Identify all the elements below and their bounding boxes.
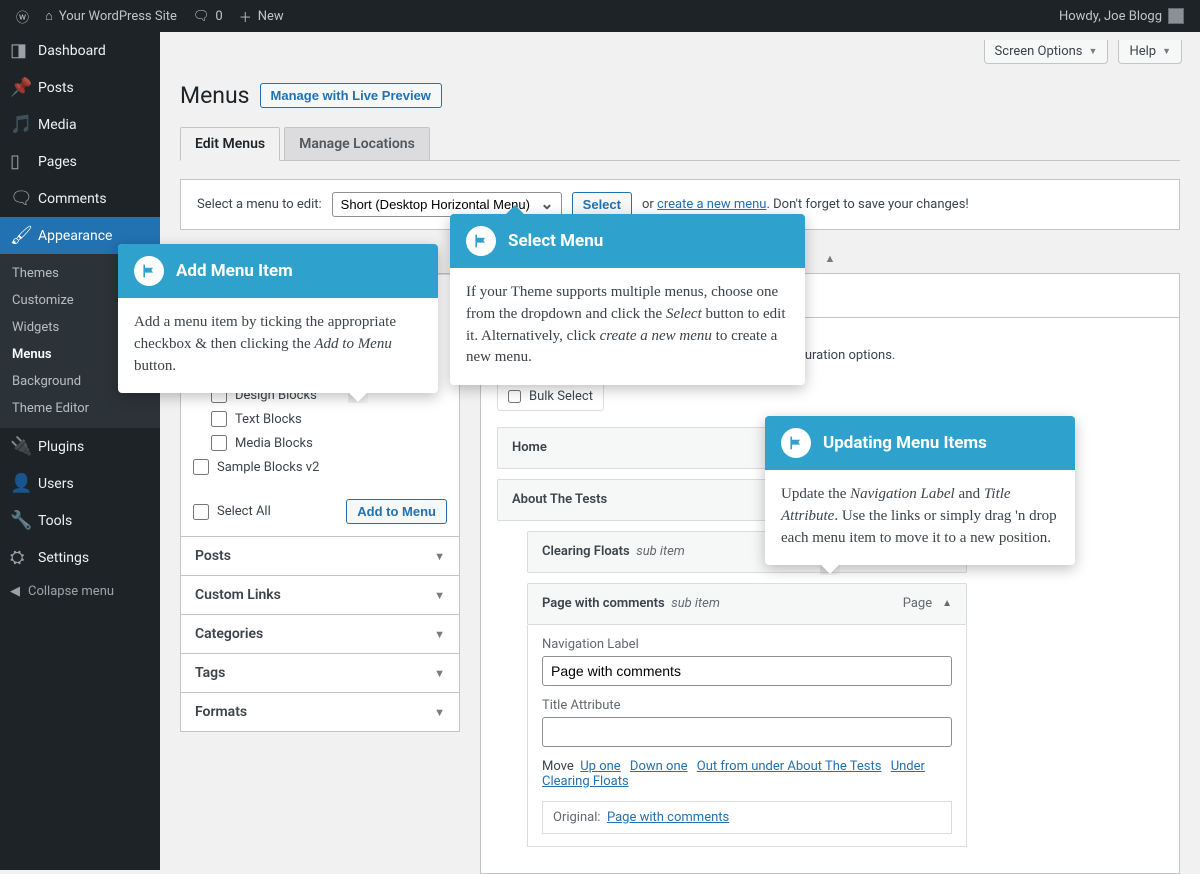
new-content-link[interactable]: ＋ New xyxy=(231,0,292,32)
tooltip-updating-items: Updating Menu Items Update the Navigatio… xyxy=(765,416,1075,565)
media-icon: 🎵 xyxy=(10,114,30,135)
page-item[interactable]: Text Blocks xyxy=(193,407,447,431)
plus-icon: ＋ xyxy=(239,7,252,26)
avatar xyxy=(1168,8,1184,24)
tab-edit-menus[interactable]: Edit Menus xyxy=(180,127,280,161)
collapse-label: Collapse menu xyxy=(28,584,114,599)
screen-options-button[interactable]: Screen Options ▼ xyxy=(984,40,1109,64)
page-item-checkbox[interactable] xyxy=(211,435,227,451)
flag-icon xyxy=(781,428,811,458)
tooltip-add-menu-item: Add Menu Item Add a menu item by ticking… xyxy=(118,244,438,393)
chevron-down-icon: ▼ xyxy=(434,589,445,602)
my-account[interactable]: Howdy, Joe Blogg xyxy=(1051,0,1192,32)
title-attr-title: Title Attribute xyxy=(542,698,952,713)
tooltip-select-menu: Select Menu If your Theme supports multi… xyxy=(450,214,805,385)
chevron-down-icon: ▼ xyxy=(434,706,445,719)
chevron-down-icon: ▼ xyxy=(1089,46,1098,57)
select-all-checkbox[interactable] xyxy=(193,504,209,520)
chevron-down-icon: ▼ xyxy=(1162,46,1171,57)
chevron-down-icon: ▼ xyxy=(434,550,445,563)
sidebar-item-dashboard[interactable]: ◨Dashboard xyxy=(0,32,160,69)
original-link[interactable]: Page with comments xyxy=(607,810,729,825)
chevron-down-icon: ▼ xyxy=(434,628,445,641)
user-icon: 👤 xyxy=(10,473,30,494)
move-link[interactable]: Out from under About The Tests xyxy=(697,759,882,774)
submenu-item-theme-editor[interactable]: Theme Editor xyxy=(0,395,160,422)
move-link[interactable]: Up one xyxy=(580,759,620,774)
flag-icon xyxy=(466,226,496,256)
select-menu-label: Select a menu to edit: xyxy=(197,197,322,212)
page-title: Menus xyxy=(180,82,250,109)
site-name-label: Your WordPress Site xyxy=(59,9,177,24)
live-preview-button[interactable]: Manage with Live Preview xyxy=(260,83,442,108)
metabox-toggle-tags[interactable]: Tags▼ xyxy=(181,654,459,692)
chevron-down-icon: ▼ xyxy=(434,667,445,680)
comment-icon: 🗨 xyxy=(10,188,30,209)
original-row: Original: Page with comments xyxy=(542,801,952,834)
page-icon: ▯ xyxy=(10,151,30,172)
howdy-text: Howdy, Joe Blogg xyxy=(1059,9,1162,24)
title-attr-input[interactable] xyxy=(542,717,952,747)
admin-toolbar: ⓦ ⌂ Your WordPress Site 🗨 0 ＋ New Howdy,… xyxy=(0,0,1200,32)
settings-icon: ⛭ xyxy=(10,547,30,568)
bulk-select-toggle[interactable]: Bulk Select xyxy=(497,382,604,411)
page-item-checkbox[interactable] xyxy=(211,411,227,427)
metabox-toggle-custom-links[interactable]: Custom Links▼ xyxy=(181,576,459,614)
brush-icon: 🖌 xyxy=(10,225,30,246)
nav-tabs: Edit Menus Manage Locations xyxy=(180,127,1180,161)
sidebar-item-comments[interactable]: 🗨Comments xyxy=(0,180,160,217)
tab-manage-locations[interactable]: Manage Locations xyxy=(284,127,430,161)
sidebar-item-posts[interactable]: 📌Posts xyxy=(0,69,160,106)
chevron-icon[interactable]: ▲ xyxy=(942,598,952,609)
dashboard-icon: ◨ xyxy=(10,40,30,61)
collapse-icon: ◀ xyxy=(10,584,20,599)
metabox-toggle-posts[interactable]: Posts▼ xyxy=(181,537,459,575)
wp-logo[interactable]: ⓦ xyxy=(8,0,37,32)
sidebar-item-plugins[interactable]: 🔌Plugins xyxy=(0,428,160,465)
create-new-menu-link[interactable]: create a new menu xyxy=(657,197,766,212)
admin-sidebar: ◨Dashboard📌Posts🎵Media▯Pages🗨Comments🖌Ap… xyxy=(0,32,160,870)
nav-label-title: Navigation Label xyxy=(542,637,952,652)
page-item[interactable]: Sample Blocks v2 xyxy=(193,455,447,479)
wordpress-icon: ⓦ xyxy=(16,7,29,26)
metabox-toggle-categories[interactable]: Categories▼ xyxy=(181,615,459,653)
nav-label-input[interactable] xyxy=(542,656,952,686)
new-label: New xyxy=(258,9,284,24)
menu-item-settings: Navigation Label Title Attribute Move Up… xyxy=(527,625,967,847)
bulk-select-checkbox[interactable] xyxy=(508,390,521,403)
comments-link[interactable]: 🗨 0 xyxy=(185,0,231,32)
sidebar-item-tools[interactable]: 🔧Tools xyxy=(0,502,160,539)
add-to-menu-button[interactable]: Add to Menu xyxy=(346,499,447,524)
page-item-checkbox[interactable] xyxy=(193,459,209,475)
help-button[interactable]: Help ▼ xyxy=(1118,40,1182,64)
pin-icon: 📌 xyxy=(10,77,30,98)
sidebar-item-settings[interactable]: ⛭Settings xyxy=(0,539,160,576)
comment-icon: 🗨 xyxy=(193,9,210,24)
home-icon: ⌂ xyxy=(45,8,53,24)
select-all-pages[interactable]: Select All xyxy=(193,500,271,524)
flag-icon xyxy=(134,256,164,286)
comments-count: 0 xyxy=(215,9,222,24)
metabox-toggle-formats[interactable]: Formats▼ xyxy=(181,693,459,731)
collapse-menu-button[interactable]: ◀ Collapse menu xyxy=(0,576,160,607)
move-link[interactable]: Down one xyxy=(630,759,688,774)
sidebar-item-media[interactable]: 🎵Media xyxy=(0,106,160,143)
sidebar-item-users[interactable]: 👤Users xyxy=(0,465,160,502)
plugin-icon: 🔌 xyxy=(10,436,30,457)
page-item[interactable]: Media Blocks xyxy=(193,431,447,455)
site-name-link[interactable]: ⌂ Your WordPress Site xyxy=(37,0,185,32)
sidebar-item-pages[interactable]: ▯Pages xyxy=(0,143,160,180)
wrench-icon: 🔧 xyxy=(10,510,30,531)
move-row: Move Up one Down one Out from under Abou… xyxy=(542,759,952,789)
menu-item-handle[interactable]: Page with comments sub itemPage▲ xyxy=(527,583,967,625)
